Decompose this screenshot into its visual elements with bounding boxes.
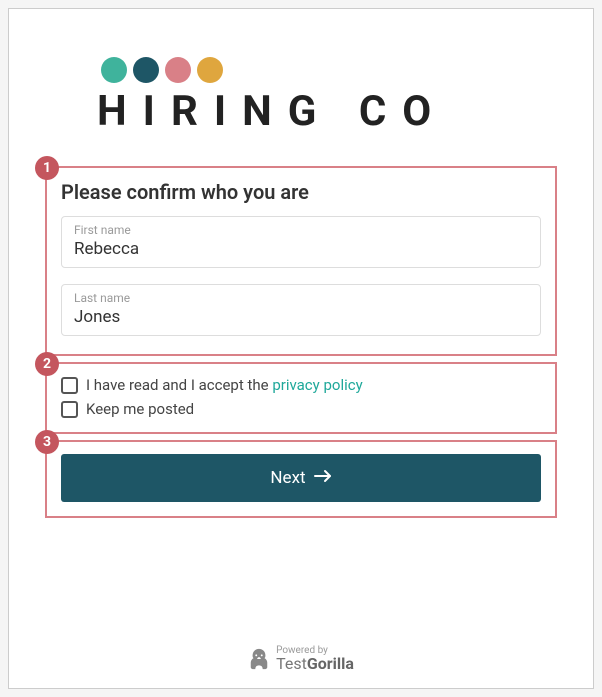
form-heading: Please confirm who you are bbox=[61, 180, 541, 204]
annotation-number-2: 2 bbox=[35, 352, 59, 376]
first-name-field-wrap[interactable]: First name bbox=[61, 216, 541, 268]
annotation-box-submit: 3 Next bbox=[45, 440, 557, 518]
last-name-label: Last name bbox=[74, 291, 528, 305]
logo-text: HIRING CO bbox=[97, 87, 557, 136]
form-card: HIRING CO 1 Please confirm who you are F… bbox=[17, 17, 585, 626]
logo-dot-amber bbox=[197, 57, 223, 83]
arrow-right-icon bbox=[314, 469, 332, 487]
gorilla-icon bbox=[248, 647, 270, 671]
powered-text-block: Powered by TestGorilla bbox=[276, 646, 354, 672]
keep-posted-text: Keep me posted bbox=[86, 400, 194, 418]
last-name-field-wrap[interactable]: Last name bbox=[61, 284, 541, 336]
last-name-input[interactable] bbox=[74, 307, 528, 327]
privacy-text: I have read and I accept the privacy pol… bbox=[86, 376, 363, 394]
company-logo: HIRING CO bbox=[45, 57, 557, 136]
first-name-label: First name bbox=[74, 223, 528, 237]
brand-part-1: Test bbox=[276, 654, 307, 673]
brand-part-2: Gorilla bbox=[307, 654, 354, 673]
powered-brand: TestGorilla bbox=[276, 656, 354, 672]
logo-dot-teal bbox=[101, 57, 127, 83]
keep-posted-checkbox-row: Keep me posted bbox=[61, 400, 541, 418]
privacy-checkbox[interactable] bbox=[61, 377, 78, 394]
next-button-label: Next bbox=[270, 468, 305, 488]
next-button[interactable]: Next bbox=[61, 454, 541, 502]
annotation-box-identity: 1 Please confirm who you are First name … bbox=[45, 166, 557, 356]
powered-by-footer: Powered by TestGorilla bbox=[9, 634, 593, 688]
logo-dot-rose bbox=[165, 57, 191, 83]
logo-dot-navy bbox=[133, 57, 159, 83]
annotation-box-consent: 2 I have read and I accept the privacy p… bbox=[45, 362, 557, 434]
privacy-checkbox-row: I have read and I accept the privacy pol… bbox=[61, 376, 541, 394]
logo-dots bbox=[97, 57, 557, 83]
annotation-number-3: 3 bbox=[35, 430, 59, 454]
first-name-input[interactable] bbox=[74, 239, 528, 259]
app-outer-frame: HIRING CO 1 Please confirm who you are F… bbox=[8, 8, 594, 689]
privacy-text-prefix: I have read and I accept the bbox=[86, 376, 272, 394]
annotation-number-1: 1 bbox=[35, 156, 59, 180]
keep-posted-checkbox[interactable] bbox=[61, 401, 78, 418]
privacy-policy-link[interactable]: privacy policy bbox=[272, 376, 362, 394]
